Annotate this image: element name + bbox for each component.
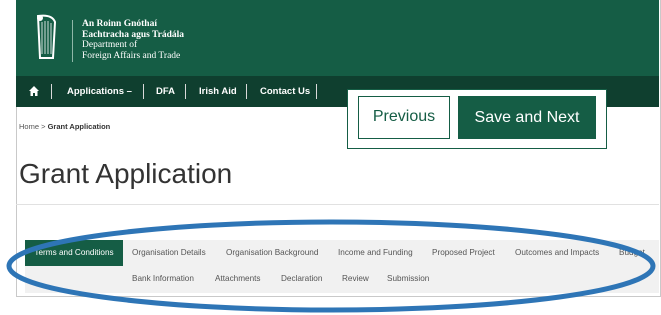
nav-separator xyxy=(246,84,247,99)
tab-organisation-background[interactable]: Organisation Background xyxy=(226,248,318,257)
department-logo-text[interactable]: An Roinn Gnóthaí Eachtracha agus Trádála… xyxy=(82,19,184,61)
harp-icon xyxy=(36,14,57,59)
tab-proposed-project[interactable]: Proposed Project xyxy=(432,248,495,257)
logo-line-4: Foreign Affairs and Trade xyxy=(82,50,181,61)
site-header: An Roinn Gnóthaí Eachtracha agus Trádála… xyxy=(16,0,659,76)
tab-bank-information[interactable]: Bank Information xyxy=(132,274,194,283)
tab-organisation-details[interactable]: Organisation Details xyxy=(132,248,206,257)
nav-item-irish-aid[interactable]: Irish Aid xyxy=(199,76,237,107)
tab-declaration[interactable]: Declaration xyxy=(281,274,322,283)
tab-review[interactable]: Review xyxy=(342,274,369,283)
nav-item-dfa[interactable]: DFA xyxy=(156,76,175,107)
logo-line-3: Department of xyxy=(82,40,138,50)
tab-attachments[interactable]: Attachments xyxy=(215,274,261,283)
tab-terms-and-conditions[interactable]: Terms and Conditions xyxy=(25,240,123,266)
save-and-next-button[interactable]: Save and Next xyxy=(458,96,596,139)
nav-separator xyxy=(185,84,186,99)
nav-separator xyxy=(316,84,317,99)
nav-item-contact-us[interactable]: Contact Us xyxy=(260,76,310,107)
title-divider xyxy=(16,204,659,205)
tab-budget[interactable]: Budget xyxy=(619,248,645,257)
breadcrumb-home[interactable]: Home xyxy=(19,122,39,131)
home-icon[interactable] xyxy=(28,85,40,97)
nav-item-applications[interactable]: Applications – xyxy=(67,76,132,107)
logo-line-2: Eachtracha agus Trádála xyxy=(82,29,185,40)
previous-button[interactable]: Previous xyxy=(358,96,450,139)
tab-submission[interactable]: Submission xyxy=(387,274,429,283)
tab-income-and-funding[interactable]: Income and Funding xyxy=(338,248,413,257)
page-title: Grant Application xyxy=(19,158,233,189)
breadcrumb: Home > Grant Application xyxy=(19,122,110,131)
breadcrumb-current: Grant Application xyxy=(47,122,111,131)
breadcrumb-separator: > xyxy=(41,122,46,131)
nav-separator xyxy=(51,84,52,99)
logo-line-1: An Roinn Gnóthaí xyxy=(82,19,157,29)
tab-outcomes-and-impacts[interactable]: Outcomes and Impacts xyxy=(515,248,599,257)
nav-separator xyxy=(143,84,144,99)
logo-divider xyxy=(72,20,73,62)
